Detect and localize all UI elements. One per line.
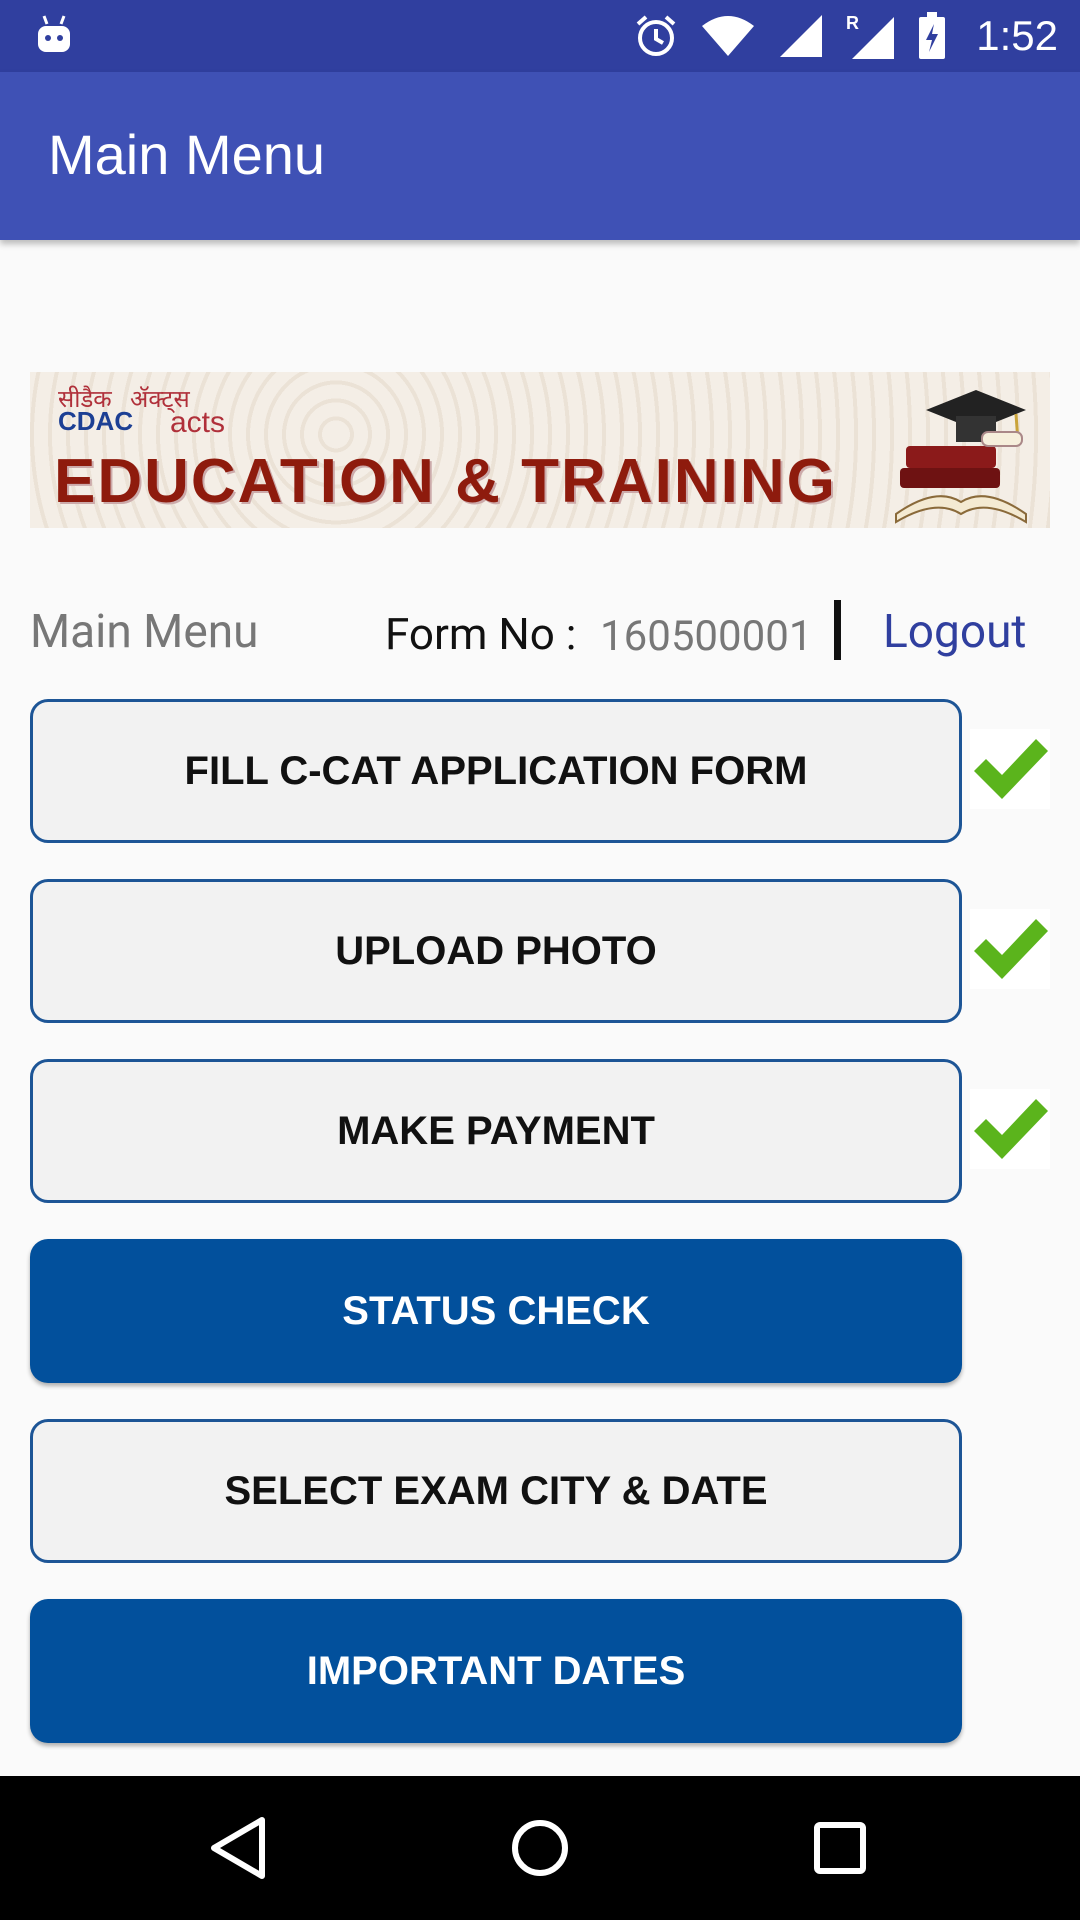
checkmark-icon [970,1089,1050,1169]
checkmark-icon [970,909,1050,989]
education-training-banner: सीडैक CDAC ॲक्ट्स acts EDUCATION & TRAIN… [30,372,1050,528]
select-exam-city-date-button[interactable]: SELECT EXAM CITY & DATE [30,1419,962,1563]
make-payment-button[interactable]: MAKE PAYMENT [30,1059,962,1203]
logout-link[interactable]: Logout [883,605,1026,659]
form-no-value: 160500001 [600,612,813,661]
status-check-button[interactable]: STATUS CHECK [30,1239,962,1383]
wifi-icon [702,16,755,56]
app-bar: Main Menu [0,72,1080,240]
svg-text:R: R [846,13,859,33]
upload-photo-button[interactable]: UPLOAD PHOTO [30,879,962,1023]
system-nav-bar [0,1776,1080,1920]
acts-logo-text: acts [170,406,226,439]
signal-icon [780,15,823,57]
home-icon[interactable] [504,1812,576,1884]
battery-charging-icon [919,12,946,59]
back-icon[interactable] [204,1812,276,1884]
roaming-signal-icon: R [846,13,895,59]
app-bar-title: Main Menu [48,123,326,186]
graduation-books-icon [895,390,1027,524]
section-title: Main Menu [30,605,259,659]
status-bar: R 1:52 [0,0,1080,72]
fill-application-form-button[interactable]: FILL C-CAT APPLICATION FORM [30,699,962,843]
alarm-icon [636,15,676,56]
checkmark-icon [970,729,1050,809]
recents-icon[interactable] [804,1812,876,1884]
form-no-label: Form No : [385,608,577,660]
status-time: 1:52 [976,12,1058,59]
important-dates-button[interactable]: IMPORTANT DATES [30,1599,962,1743]
banner-title: EDUCATION & TRAINING [54,447,837,516]
android-icon [38,15,70,52]
divider [834,600,841,660]
cdac-logo-text: CDAC [58,406,134,436]
